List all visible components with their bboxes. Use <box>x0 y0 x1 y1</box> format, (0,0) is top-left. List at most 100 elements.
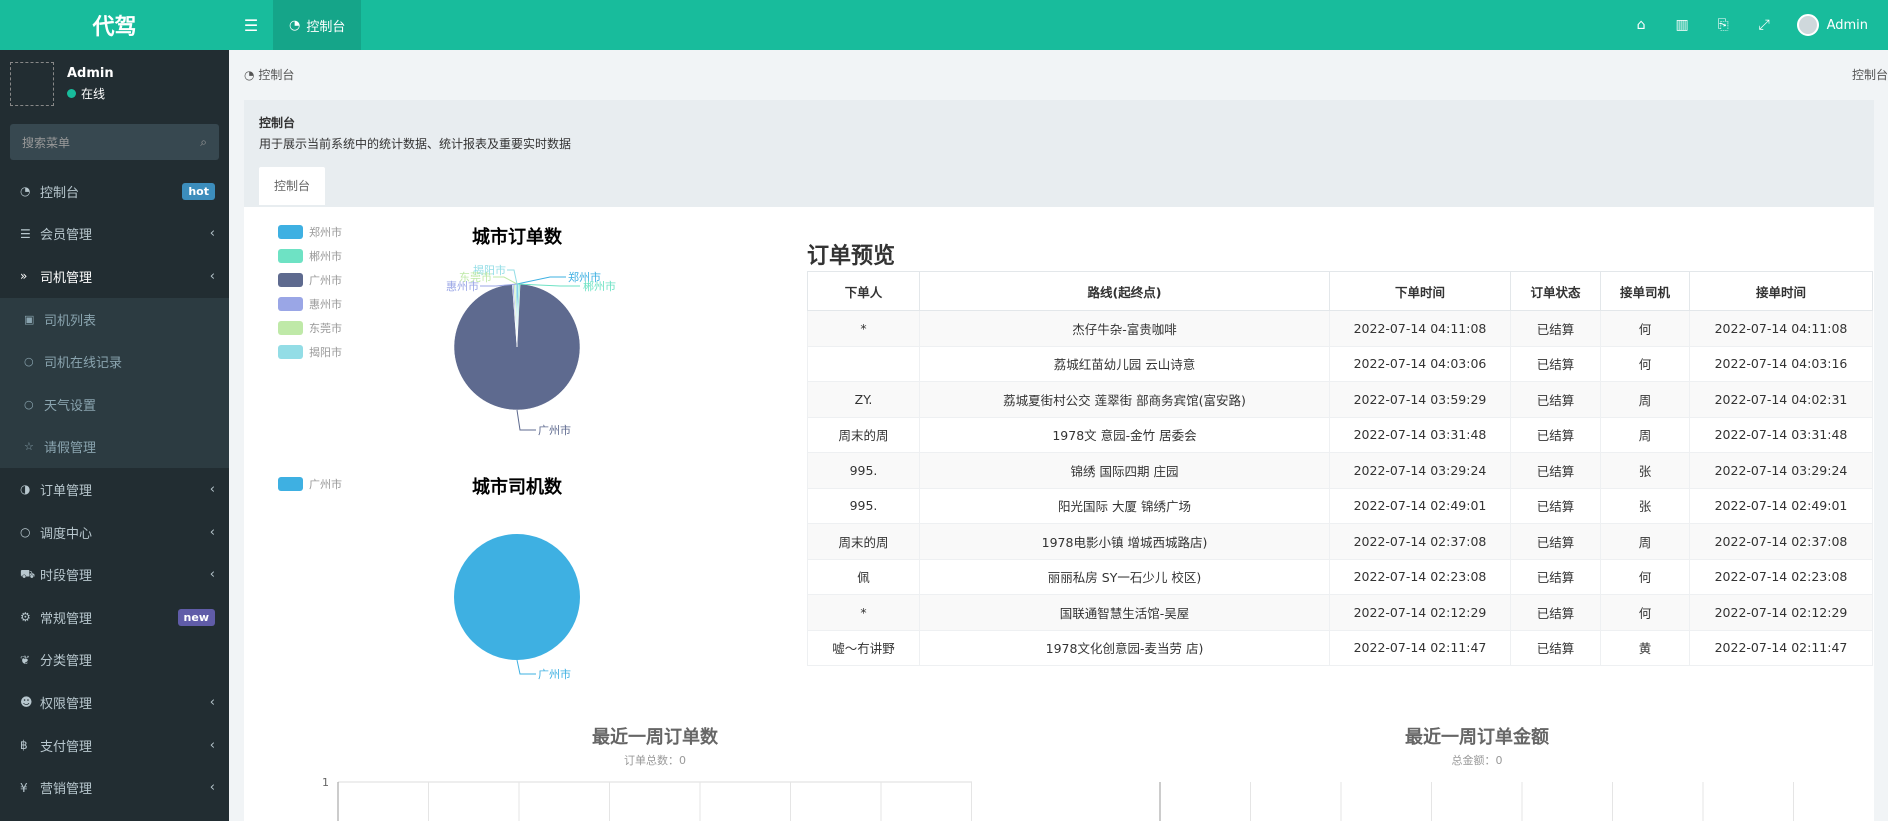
pie-slice[interactable] <box>454 534 580 660</box>
sidebar-item-label: 分类管理 <box>40 654 93 670</box>
sidebar-item-label: 常规管理 <box>40 611 93 627</box>
table-cell: 已结算 <box>1510 629 1601 666</box>
legend-swatch <box>278 225 303 239</box>
sidebar-item-timeslots[interactable]: ⛟ 时段管理 ‹ <box>0 553 229 596</box>
table-cell: 已结算 <box>1510 345 1601 382</box>
language-icon[interactable]: ⎘ <box>1703 0 1744 50</box>
sidebar-item-members[interactable]: ☰ 会员管理 ‹ <box>0 213 229 256</box>
table-cell: 2022-07-14 02:37:08 <box>1329 523 1511 560</box>
sidebar-avatar <box>10 62 54 106</box>
chevron-left-icon: ‹ <box>209 737 215 753</box>
table-row[interactable]: 佩丽丽私房 SY一石少儿 校区) 2022-07-14 02:23:08 已结算何 2… <box>807 558 1873 595</box>
home-icon[interactable]: ⌂ <box>1621 0 1662 50</box>
table-header-cell[interactable]: 接单司机 <box>1600 271 1690 311</box>
search-icon[interactable]: ⌕ <box>200 135 207 150</box>
sidebar-item-label: 时段管理 <box>40 569 93 585</box>
label-line <box>507 269 518 285</box>
sidebar-item-categories[interactable]: ❦ 分类管理 <box>0 639 229 682</box>
new-badge: new <box>177 608 215 626</box>
table-cell: 2022-07-14 03:31:48 <box>1689 416 1873 453</box>
table-row[interactable]: 嘘～冇讲野 1978文化创意园-麦当劳 店) 2022-07-14 02:11:47… <box>807 629 1873 666</box>
top-user-name: Admin <box>1826 17 1868 33</box>
sidebar-item-dispatch[interactable]: ○ 调度中心 ‹ <box>0 511 229 554</box>
table-row[interactable]: * 杰仔牛杂-富贵咖啡 2022-07-14 04:11:08 已结算何 2022-07… <box>807 310 1873 347</box>
chevron-left-icon: ‹ <box>209 694 215 710</box>
table-cell: 荔城红苗幼儿园 云山诗意 <box>919 345 1330 382</box>
sidebar-item-marketing[interactable]: ¥ 营销管理 ‹ <box>0 766 229 809</box>
table-row[interactable]: 995. 锦绣 国际四期 庄园 2022-07-14 03:29:24 已结算张 202… <box>807 452 1873 489</box>
legend-item[interactable]: 东莞市 <box>278 316 342 340</box>
sidebar-item-weather-settings[interactable]: ○ 天气设置 <box>0 383 229 426</box>
chevron-double-down-icon: » <box>20 269 28 284</box>
label-line <box>516 409 536 431</box>
sidebar-item-driver-online-log[interactable]: ○ 司机在线记录 <box>0 340 229 383</box>
sidebar-item-label: 控制台 <box>40 185 80 201</box>
chart-title: 城市订单数 <box>472 226 563 248</box>
table-cell: 2022-07-14 02:11:47 <box>1689 629 1873 666</box>
legend-item[interactable]: 广州市 <box>278 472 342 496</box>
table-row[interactable]: 荔城红苗幼儿园 云山诗意 2022-07-14 04:03:06 已结算何 2022-… <box>807 345 1873 382</box>
sidebar-item-payments[interactable]: ฿ 支付管理 ‹ <box>0 724 229 767</box>
table-row[interactable]: * 国联通智慧生活馆-吴屋 2022-07-14 02:12:29 已结算何 2022-… <box>807 594 1873 631</box>
table-cell: 2022-07-14 04:02:31 <box>1689 381 1873 418</box>
sidebar-item-dashboard[interactable]: ◔ 控制台 hot <box>0 170 229 213</box>
tab-dashboard[interactable]: ◔ 控制台 <box>273 0 362 50</box>
table-row[interactable]: 周末的周 1978文 意园-金竹 居委会 2022-07-14 03:31:48 已结… <box>807 416 1873 453</box>
sidebar-item-permissions[interactable]: ☻ 权限管理 ‹ <box>0 681 229 724</box>
menu-toggle-icon[interactable]: ☰ <box>229 0 273 50</box>
sidebar-search-input[interactable]: 搜索菜单 ⌕ <box>10 124 219 160</box>
list-icon: ☰ <box>20 226 31 241</box>
circle-icon: ○ <box>24 397 34 411</box>
table-cell: 张 <box>1600 452 1690 489</box>
half-circle-icon: ◑ <box>20 482 31 497</box>
table-cell: 已结算 <box>1510 381 1601 418</box>
sidebar-item-orders[interactable]: ◑ 订单管理 ‹ <box>0 468 229 511</box>
legend-label: 广州市 <box>309 274 342 287</box>
legend-item[interactable]: 广州市 <box>278 268 342 292</box>
user-status-label: 在线 <box>81 87 106 101</box>
sidebar-item-label: 订单管理 <box>40 483 93 499</box>
tab-dashboard-panel[interactable]: 控制台 <box>259 167 326 205</box>
dashboard-icon: ◔ <box>20 184 31 199</box>
table-header-cell[interactable]: 下单时间 <box>1329 271 1511 311</box>
legend-item[interactable]: 郑州市 <box>278 220 342 244</box>
table-cell: 已结算 <box>1510 594 1601 631</box>
table-row[interactable]: 周末的周 1978电影小镇 增城西城路店) 2022-07-14 02:37:08 已… <box>807 523 1873 560</box>
legend-item[interactable]: 惠州市 <box>278 292 342 316</box>
fullscreen-icon[interactable]: ⤢ <box>1744 0 1785 50</box>
sidebar-item-drivers[interactable]: » 司机管理 ‹ <box>0 255 229 298</box>
trash-icon[interactable]: ▥ <box>1662 0 1703 50</box>
page-description: 用于展示当前系统中的统计数据、统计报表及重要实时数据 <box>259 137 572 151</box>
sidebar-item-general[interactable]: ⚙ 常规管理 new <box>0 596 229 639</box>
city-orders-legend: 郑州市 郴州市广州市惠州市 东莞市 揭阳市 <box>278 220 342 364</box>
legend-swatch <box>278 345 303 359</box>
group-icon: ☻ <box>20 695 33 710</box>
breadcrumb-left[interactable]: ◔ 控制台 <box>244 66 294 83</box>
user-menu[interactable]: Admin <box>1785 14 1868 36</box>
table-cell: 荔城夏街村公交 莲翠街 部商务宾馆(富安路) <box>919 381 1330 418</box>
table-header-cell[interactable]: 接单时间 <box>1689 271 1873 311</box>
table-cell: 995. <box>807 452 920 489</box>
user-panel: Admin 在线 <box>0 50 229 118</box>
table-row[interactable]: 995. 阳光国际 大厦 锦绣广场 2022-07-14 02:49:01 已结算张 2… <box>807 487 1873 524</box>
sidebar-item-leave-management[interactable]: ☆ 请假管理 <box>0 426 229 469</box>
user-status: 在线 <box>67 85 114 102</box>
table-cell: * <box>807 594 920 631</box>
table-cell: 2022-07-14 03:31:48 <box>1329 416 1511 453</box>
legend-item[interactable]: 揭阳市 <box>278 340 342 364</box>
table-row[interactable]: ZY. 荔城夏街村公交 莲翠街 部商务宾馆(富安路) 2022-07-14 03:5… <box>807 381 1873 418</box>
dashboard-icon: ◔ <box>244 67 255 82</box>
sidebar-item-driver-list[interactable]: ▣ 司机列表 <box>0 298 229 341</box>
weekly-charts-grid: 1 <box>322 776 1794 821</box>
legend-swatch <box>278 273 303 287</box>
chart-subtitle: 订单总数：0 <box>624 754 686 767</box>
sidebar-item-label: 司机管理 <box>40 270 93 286</box>
table-header-cell[interactable]: 下单人 <box>807 271 920 311</box>
online-dot-icon <box>67 89 76 98</box>
app-logo[interactable]: 代驾 <box>0 0 229 50</box>
table-header-cell[interactable]: 订单状态 <box>1510 271 1601 311</box>
driver-sub-menu: ▣ 司机列表 ○ 司机在线记录 ○ 天气设置 ☆ 请假管理 <box>0 297 229 469</box>
circle-icon: ○ <box>24 355 34 369</box>
table-header-cell[interactable]: 路线(起终点) <box>919 271 1330 311</box>
legend-item[interactable]: 郴州市 <box>278 244 342 268</box>
